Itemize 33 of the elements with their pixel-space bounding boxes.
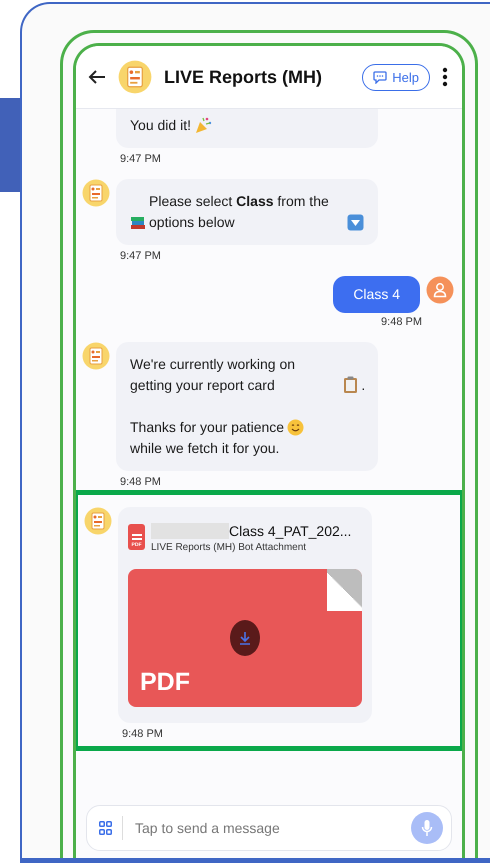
message-time: 9:48 PM	[380, 315, 423, 328]
attachment-subtitle: LIVE Reports (MH) Bot Attachment	[151, 542, 308, 553]
bot-avatar	[118, 60, 152, 94]
chat-title: LIVE Reports (MH)	[164, 66, 324, 88]
file-name: Class 4_PAT_202...	[229, 523, 352, 539]
message-time: 9:48 PM	[121, 727, 164, 740]
pdf-preview[interactable]: PDF	[128, 569, 362, 707]
page-corner-fold	[327, 569, 362, 611]
pdf-label: PDF	[140, 668, 190, 697]
chat-bubble-icon	[373, 70, 388, 84]
message-input[interactable]: Tap to send a message	[133, 819, 401, 837]
message-text: Class 4	[353, 285, 400, 304]
help-button[interactable]: Help	[362, 64, 430, 90]
apps-grid-icon[interactable]	[99, 821, 112, 835]
message-composer[interactable]: Tap to send a message	[86, 805, 452, 851]
download-button[interactable]	[230, 620, 260, 656]
party-popper-icon	[194, 116, 212, 134]
message-text: We're currently working on getting your report card	[130, 355, 296, 395]
clipboard-icon	[343, 376, 358, 394]
message-text: .	[361, 376, 364, 395]
message-text: Thanks for your patience	[130, 418, 284, 437]
more-options-icon[interactable]	[442, 67, 448, 87]
message-text: Please select Class from the options below	[149, 192, 330, 232]
books-icon	[130, 215, 146, 231]
back-arrow-icon[interactable]	[88, 69, 106, 85]
download-icon	[239, 631, 251, 645]
message-time: 9:47 PM	[119, 152, 162, 165]
microphone-icon	[421, 819, 433, 837]
smiling-face-icon	[287, 419, 304, 436]
message-text: You did it!	[130, 116, 191, 135]
message-time: 9:47 PM	[119, 249, 162, 262]
message-time: 9:48 PM	[119, 475, 162, 488]
message-text: while we fetch it for you.	[130, 439, 280, 458]
